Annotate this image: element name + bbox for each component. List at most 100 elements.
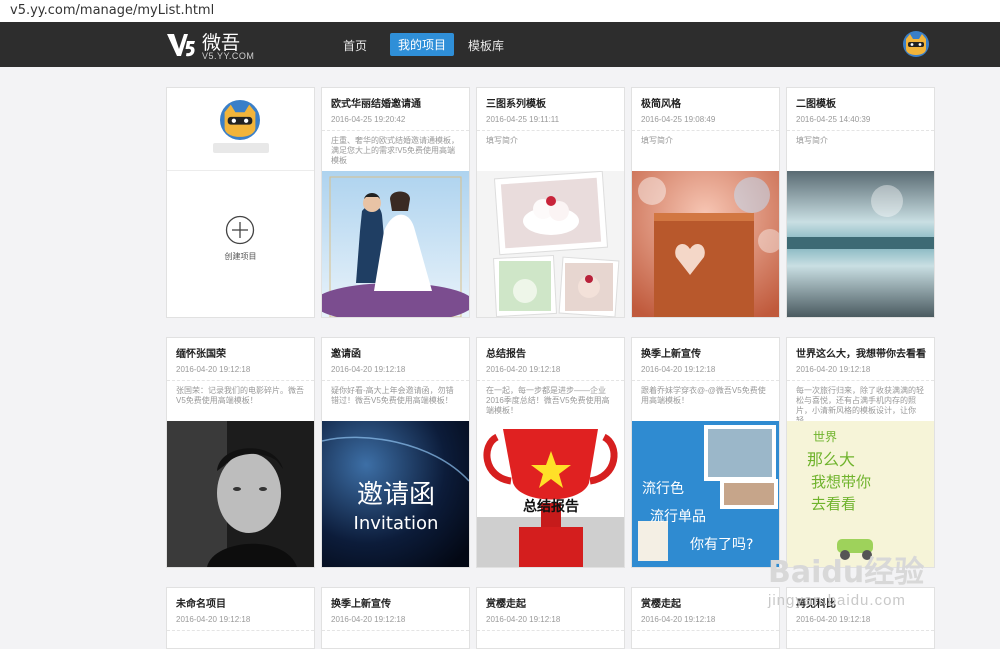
project-title[interactable]: 换季上新宣传 (641, 345, 701, 360)
project-card[interactable]: 赏樱走起 2016-04-20 19:12:18 (631, 587, 780, 649)
thumbnail-text-3: 我想带你 (811, 473, 871, 491)
project-title[interactable]: 三图系列模板 (486, 95, 546, 110)
project-card[interactable]: 总结报告 2016-04-20 19:12:18 在一起，每一步都是进步——企业… (476, 337, 625, 568)
project-date: 2016-04-25 14:40:39 (796, 115, 871, 124)
thumbnail-en-text: Invitation (354, 513, 439, 534)
card-divider (322, 130, 469, 131)
project-card[interactable]: 缅怀张国荣 2016-04-20 19:12:18 张国荣：记录我们的电影碎片。… (166, 337, 315, 568)
plus-circle-icon[interactable] (225, 215, 255, 245)
v5-logo-icon[interactable] (166, 31, 196, 59)
reflection-landscape-thumbnail[interactable] (787, 171, 934, 317)
project-card[interactable]: 邀请函 2016-04-20 19:12:18 疑你好看-高大上年会邀请函，勿错… (321, 337, 470, 568)
card-divider (632, 630, 779, 631)
card-divider (477, 630, 624, 631)
project-description: 跟着乔妹学穿衣@-@微吾V5免费使用高端模板！ (641, 386, 766, 405)
thumbnail-text-1: 世界 (813, 430, 837, 444)
url-text[interactable]: v5.yy.com/manage/myList.html (10, 3, 214, 18)
user-avatar-icon (220, 100, 260, 140)
project-title[interactable]: 未命名项目 (176, 595, 226, 610)
card-divider (787, 380, 934, 381)
project-date: 2016-04-20 19:12:18 (641, 615, 716, 624)
address-bar[interactable]: v5.yy.com/manage/myList.html (0, 0, 1000, 23)
nav-templates[interactable]: 模板库 (468, 37, 504, 54)
project-card[interactable]: 三图系列模板 2016-04-25 19:11:11 填写简介 (476, 87, 625, 318)
project-card[interactable]: 换季上新宣传 2016-04-20 19:12:18 (321, 587, 470, 649)
top-nav: 微吾 V5.YY.COM 首页 我的项目 模板库 (0, 22, 1000, 67)
project-date: 2016-04-20 19:12:18 (486, 365, 561, 374)
project-title[interactable]: 赏樱走起 (486, 595, 526, 610)
dessert-thumbnail[interactable] (477, 171, 624, 317)
spring-fashion-thumbnail[interactable]: 流行色 流行单品 你有了吗? (632, 421, 779, 567)
project-description: 填写简介 (796, 136, 828, 145)
user-avatar-icon[interactable] (903, 31, 929, 57)
project-date: 2016-04-20 19:12:18 (331, 615, 406, 624)
project-description: 在一起，每一步都是进步——企业2016季度总结！微吾V5免费使用高端模板！ (486, 386, 610, 415)
project-card[interactable]: 世界这么大，我想带你去看看 2016-04-20 19:12:18 每一次旅行归… (786, 337, 935, 568)
baidu-watermark-logo: Baidu经验 (768, 555, 924, 590)
card-divider (477, 380, 624, 381)
watermark-brand: Baidu经验 (768, 555, 924, 590)
thumbnail-cn-text: 邀请函 (357, 480, 435, 510)
project-title[interactable]: 总结报告 (486, 345, 526, 360)
project-date: 2016-04-20 19:12:18 (641, 365, 716, 374)
watermark-url: jingyan.baidu.com (768, 592, 906, 609)
thumbnail-text-4: 去看看 (811, 495, 856, 513)
project-description: 庄重、奢华的欧式结婚邀请通模板，满足您大上的需求!V5免费使用高端模板 (331, 136, 459, 165)
trophy-thumbnail[interactable]: 总结报告 (477, 421, 624, 567)
project-title[interactable]: 世界这么大，我想带你去看看 (796, 345, 926, 360)
invitation-thumbnail[interactable]: 邀请函 Invitation (322, 421, 469, 567)
project-title[interactable]: 欧式华丽结婚邀请通 (331, 95, 421, 110)
thumbnail-text-2: 流行单品 (650, 509, 706, 525)
create-project-card[interactable]: 创建项目 (166, 87, 315, 318)
project-date: 2016-04-25 19:08:49 (641, 115, 716, 124)
card-divider (322, 630, 469, 631)
wedding-thumbnail[interactable] (322, 171, 469, 317)
username-blurred (213, 143, 269, 153)
project-title[interactable]: 缅怀张国荣 (176, 345, 226, 360)
card-divider (167, 630, 314, 631)
project-date: 2016-04-20 19:12:18 (796, 615, 871, 624)
card-divider (322, 380, 469, 381)
card-divider (787, 130, 934, 131)
thumbnail-text-1: 流行色 (642, 480, 684, 497)
project-title[interactable]: 邀请函 (331, 345, 361, 360)
project-date: 2016-04-20 19:12:18 (176, 615, 251, 624)
project-description: 张国荣：记录我们的电影碎片。微吾V5免费使用高端模板！ (176, 386, 304, 405)
project-card[interactable]: 极简风格 2016-04-25 19:08:49 填写简介 (631, 87, 780, 318)
card-divider (787, 630, 934, 631)
project-title[interactable]: 二图模板 (796, 95, 836, 110)
thumbnail-report-text: 总结报告 (523, 498, 579, 515)
project-date: 2016-04-25 19:11:11 (486, 115, 560, 124)
project-date: 2016-04-20 19:12:18 (331, 365, 406, 374)
project-date: 2016-04-20 19:12:18 (486, 615, 561, 624)
nav-my-projects[interactable]: 我的项目 (390, 33, 455, 56)
project-card[interactable]: 二图模板 2016-04-25 14:40:39 填写简介 (786, 87, 935, 318)
project-date: 2016-04-20 19:12:18 (176, 365, 251, 374)
project-card[interactable]: 换季上新宣传 2016-04-20 19:12:18 跟着乔妹学穿衣@-@微吾V… (631, 337, 780, 568)
thumbnail-text-2: 那么大 (807, 450, 855, 469)
logo-en-text: V5.YY.COM (202, 51, 255, 61)
card-divider (167, 380, 314, 381)
project-card[interactable]: 未命名项目 2016-04-20 19:12:18 (166, 587, 315, 649)
project-date: 2016-04-25 19:20:42 (331, 115, 406, 124)
card-divider (632, 380, 779, 381)
project-card[interactable]: 赏樱走起 2016-04-20 19:12:18 (476, 587, 625, 649)
project-title[interactable]: 极简风格 (641, 95, 681, 110)
card-divider (632, 130, 779, 131)
travel-thumbnail[interactable]: 世界 那么大 我想带你 去看看 (787, 421, 934, 567)
heart-chair-thumbnail[interactable] (632, 171, 779, 317)
project-card[interactable]: 欧式华丽结婚邀请通 2016-04-25 19:20:42 庄重、奢华的欧式结婚… (321, 87, 470, 318)
card-divider (477, 130, 624, 131)
project-description: 疑你好看-高大上年会邀请函，勿错错过！微吾V5免费使用高端模板！ (331, 386, 454, 405)
portrait-thumbnail[interactable] (167, 421, 314, 567)
project-description: 每一次旅行归来，除了收获满满的轻松与喜悦，还有占满手机内存的照片，小清新风格的模… (796, 386, 924, 425)
card-divider (167, 170, 314, 171)
create-project-label[interactable]: 创建项目 (167, 251, 314, 262)
nav-home[interactable]: 首页 (343, 37, 367, 54)
project-title[interactable]: 赏樱走起 (641, 595, 681, 610)
project-description: 填写简介 (641, 136, 673, 145)
project-title[interactable]: 换季上新宣传 (331, 595, 391, 610)
thumbnail-text-3: 你有了吗? (690, 537, 753, 553)
project-date: 2016-04-20 19:12:18 (796, 365, 871, 374)
project-description: 填写简介 (486, 136, 518, 145)
